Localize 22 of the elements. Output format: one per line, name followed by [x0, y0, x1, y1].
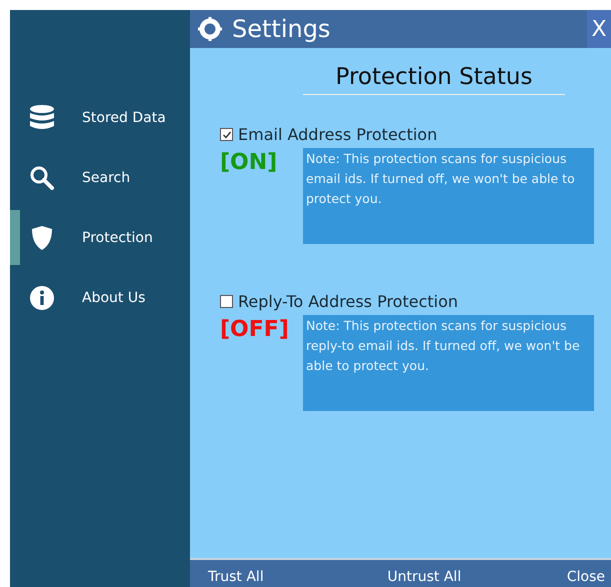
database-icon	[30, 104, 54, 130]
status-label: [OFF]	[220, 317, 290, 344]
gear-icon	[198, 17, 222, 41]
search-icon	[29, 164, 55, 190]
action-button[interactable]: Untrust All	[369, 569, 468, 587]
action-button[interactable]: Trust All	[190, 569, 270, 587]
protection-label: Reply-To Address Protection	[238, 292, 458, 311]
info-icon	[30, 286, 54, 310]
checkbox[interactable]	[220, 128, 233, 141]
note-text: Note: This protection scans for suspicious email ids. If turned off, we won't be able to protect you.	[303, 148, 594, 244]
protection-label: Email Address Protection	[238, 125, 438, 144]
sidebar-item[interactable]: Search	[10, 150, 190, 205]
sidebar-item[interactable]: About Us	[10, 270, 190, 325]
window-close-x[interactable]: X	[587, 10, 611, 48]
sidebar-item[interactable]: Stored Data	[10, 90, 190, 145]
shield-icon	[31, 224, 53, 250]
checkbox[interactable]	[220, 295, 233, 308]
section-heading: Protection Status	[303, 64, 565, 95]
action-button[interactable]: Close	[566, 569, 611, 587]
window-title: Settings	[232, 15, 332, 43]
status-label: [ON]	[220, 150, 278, 177]
note-text: Note: This protection scans for suspicious reply-to email ids. If turned off, we won't be able to protect you.	[303, 315, 594, 411]
